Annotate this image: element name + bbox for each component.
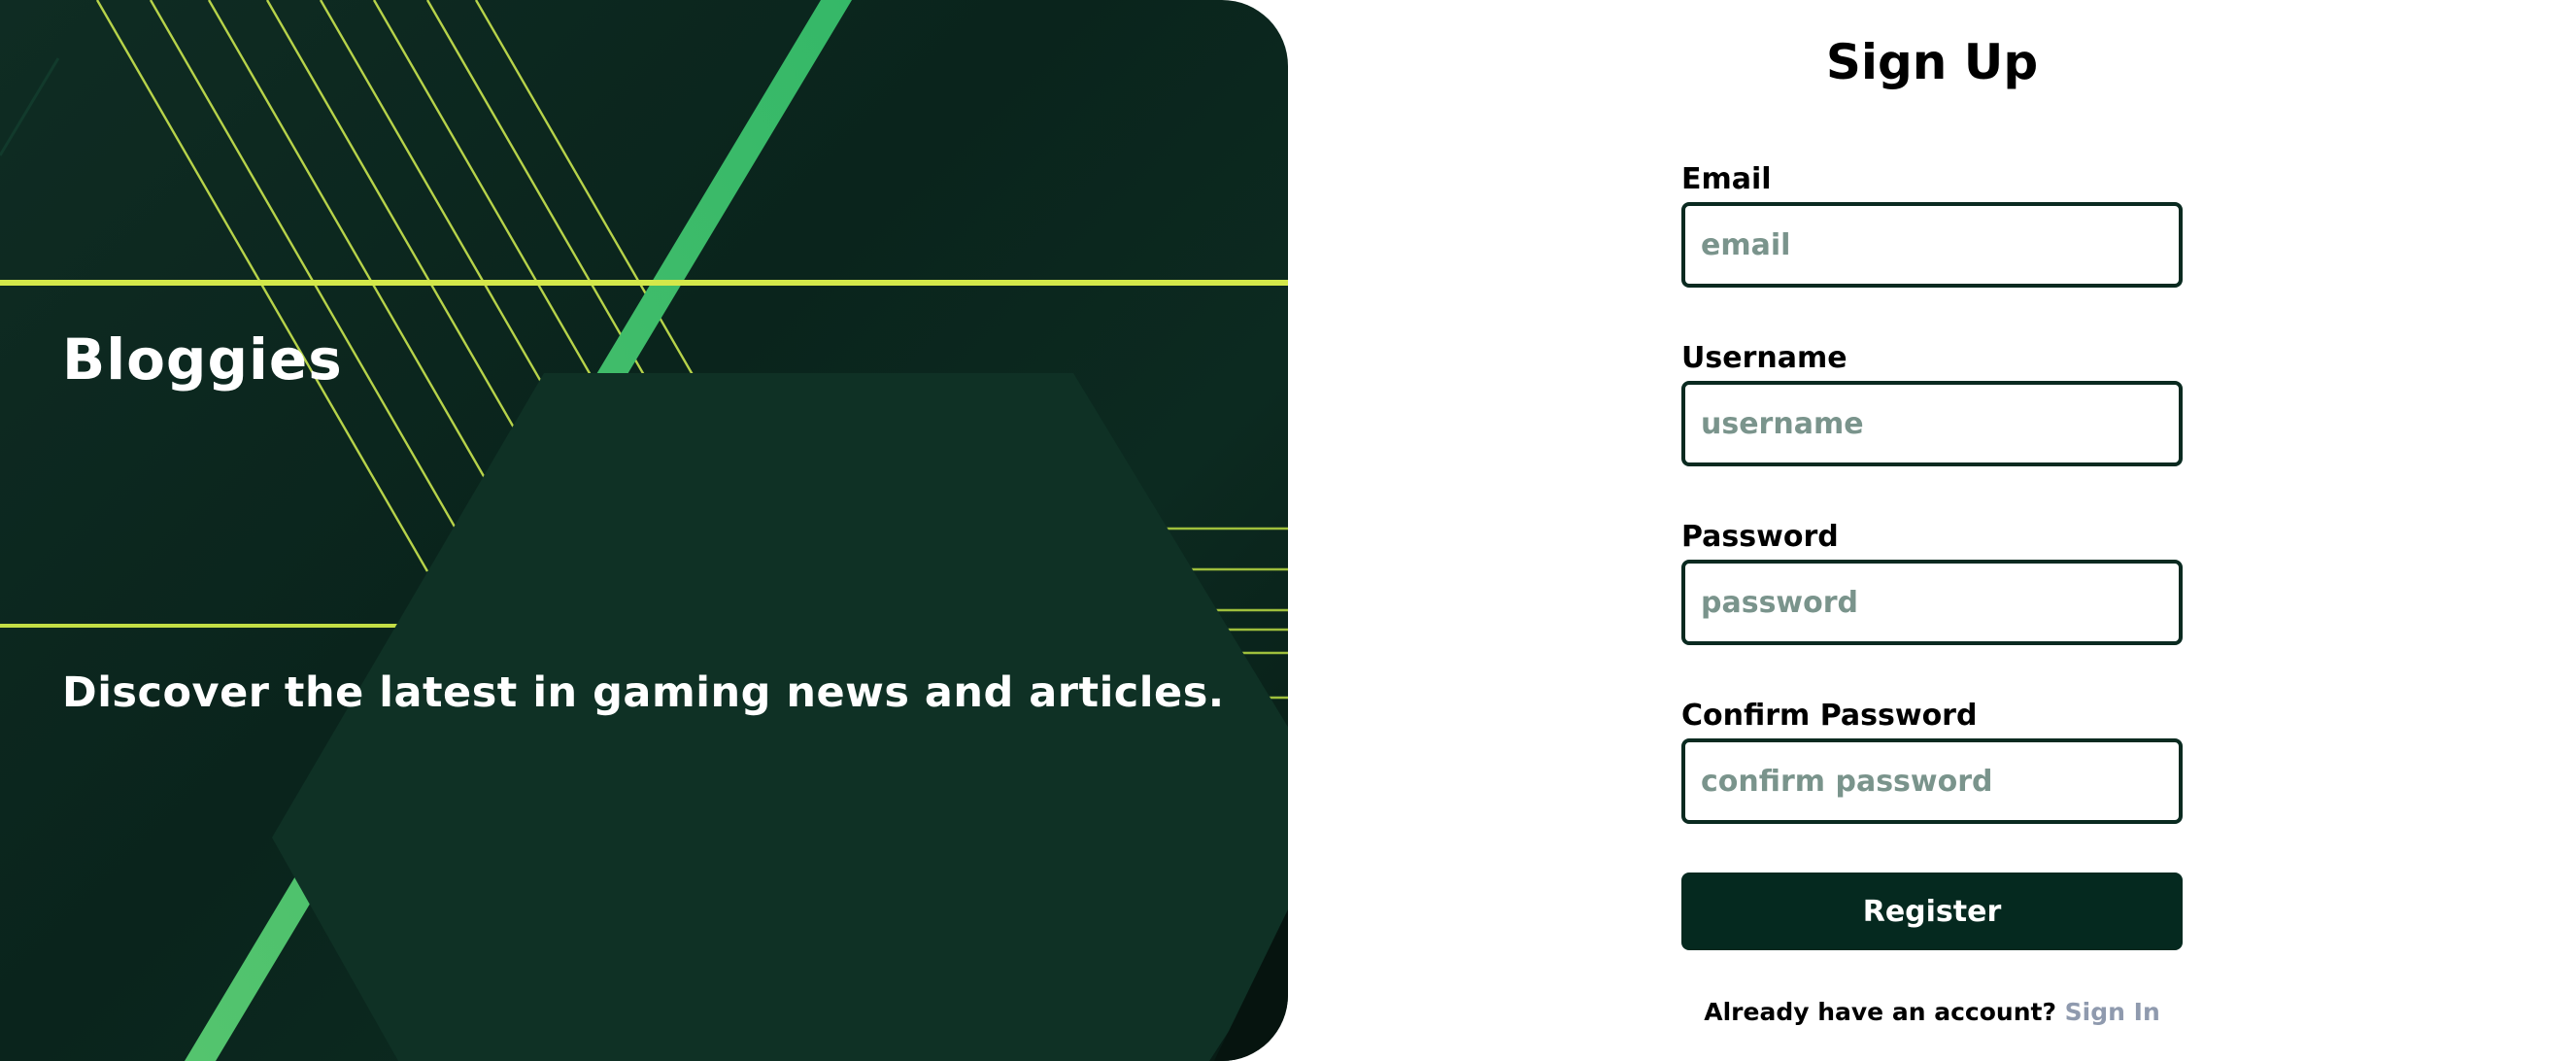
email-label: Email (1681, 162, 1772, 196)
brand-title: Bloggies (62, 326, 343, 393)
faint-diagonal-line (0, 57, 60, 156)
email-input[interactable] (1681, 202, 2183, 288)
username-input[interactable] (1681, 381, 2183, 466)
email-field-group: Email (1681, 161, 2183, 288)
signup-page: Bloggies Discover the latest in gaming n… (0, 0, 2576, 1061)
hero-background-art (0, 0, 1288, 1061)
username-label: Username (1681, 341, 1847, 375)
signin-prompt-text: Already have an account? (1704, 998, 2056, 1026)
hero-tagline: Discover the latest in gaming news and a… (62, 668, 1225, 717)
confirm-password-field-group: Confirm Password (1681, 698, 2183, 824)
username-field-group: Username (1681, 340, 2183, 466)
lime-horizontal-line-top (0, 280, 1288, 286)
signin-link[interactable]: Sign In (2065, 998, 2160, 1026)
hero-panel: Bloggies Discover the latest in gaming n… (0, 0, 1288, 1061)
confirm-password-input[interactable] (1681, 738, 2183, 824)
signin-prompt-row: Already have an account? Sign In (1288, 995, 2576, 1030)
signup-form-panel: Sign Up Email Username Password Confirm … (1288, 0, 2576, 1061)
register-button[interactable]: Register (1681, 873, 2183, 950)
password-label: Password (1681, 520, 1839, 554)
form-title: Sign Up (1825, 34, 2039, 90)
confirm-password-label: Confirm Password (1681, 699, 1978, 733)
lime-horizontal-line-lower (0, 624, 408, 628)
password-input[interactable] (1681, 560, 2183, 645)
password-field-group: Password (1681, 519, 2183, 645)
